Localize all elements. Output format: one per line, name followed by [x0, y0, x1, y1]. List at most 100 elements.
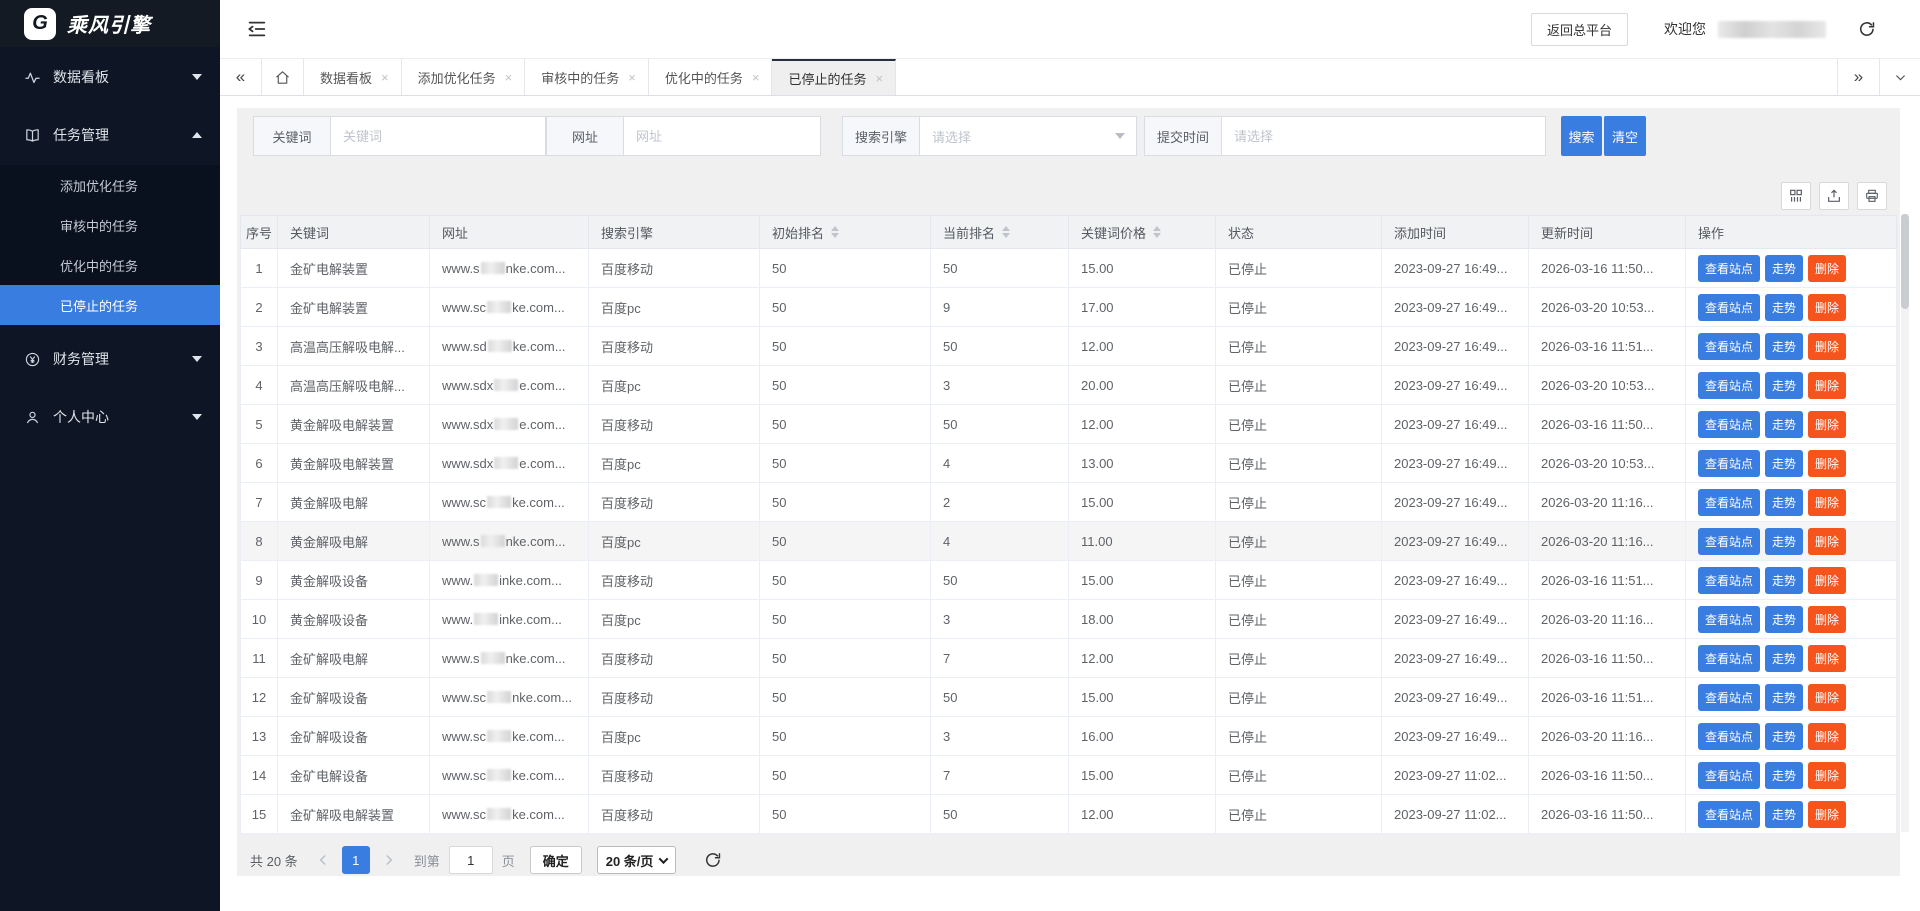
- trend-button[interactable]: 走势: [1765, 606, 1803, 633]
- back-to-platform-button[interactable]: 返回总平台: [1531, 13, 1628, 46]
- sidebar-item-profile[interactable]: 个人中心: [0, 393, 220, 441]
- view-site-button[interactable]: 查看站点: [1698, 801, 1760, 828]
- sort-icon[interactable]: [1153, 226, 1161, 238]
- trend-button[interactable]: 走势: [1765, 372, 1803, 399]
- trend-button[interactable]: 走势: [1765, 684, 1803, 711]
- view-site-button[interactable]: 查看站点: [1698, 567, 1760, 594]
- sidebar-item-stopped-tasks[interactable]: 已停止的任务: [0, 285, 220, 325]
- trend-button[interactable]: 走势: [1765, 567, 1803, 594]
- close-icon[interactable]: ×: [381, 71, 389, 84]
- menu-fold-icon[interactable]: [246, 18, 268, 40]
- delete-button[interactable]: 删除: [1808, 333, 1846, 360]
- sidebar-item-task-management[interactable]: 任务管理: [0, 111, 220, 159]
- tabs-scroll-left-icon[interactable]: «: [220, 59, 262, 95]
- trend-button[interactable]: 走势: [1765, 333, 1803, 360]
- url-input[interactable]: [623, 116, 821, 156]
- delete-button[interactable]: 删除: [1808, 567, 1846, 594]
- view-site-button[interactable]: 查看站点: [1698, 450, 1760, 477]
- cell-no: 3: [241, 327, 278, 366]
- delete-button[interactable]: 删除: [1808, 528, 1846, 555]
- sort-icon[interactable]: [1002, 226, 1010, 238]
- view-site-button[interactable]: 查看站点: [1698, 528, 1760, 555]
- sort-icon[interactable]: [831, 226, 839, 238]
- view-site-button[interactable]: 查看站点: [1698, 684, 1760, 711]
- search-button[interactable]: 搜索: [1561, 116, 1602, 156]
- delete-button[interactable]: 删除: [1808, 255, 1846, 282]
- cell-url: www.snke.com...: [430, 639, 589, 678]
- sidebar-item-finance[interactable]: 财务管理: [0, 335, 220, 383]
- keyword-input[interactable]: [330, 116, 546, 156]
- trend-button[interactable]: 走势: [1765, 723, 1803, 750]
- delete-button[interactable]: 删除: [1808, 411, 1846, 438]
- page-number-button[interactable]: 1: [342, 846, 370, 874]
- tab-review-tasks[interactable]: 审核中的任务 ×: [525, 59, 649, 95]
- tab-add-task[interactable]: 添加优化任务 ×: [402, 59, 526, 95]
- delete-button[interactable]: 删除: [1808, 723, 1846, 750]
- close-icon[interactable]: ×: [505, 71, 513, 84]
- sidebar-item-add-task[interactable]: 添加优化任务: [0, 165, 220, 205]
- print-button[interactable]: [1857, 182, 1887, 210]
- sidebar-item-optimizing-tasks[interactable]: 优化中的任务: [0, 245, 220, 285]
- cell-keyword: 高温高压解吸电解...: [278, 327, 430, 366]
- delete-button[interactable]: 删除: [1808, 645, 1846, 672]
- home-icon[interactable]: [262, 59, 304, 95]
- view-site-button[interactable]: 查看站点: [1698, 606, 1760, 633]
- trend-button[interactable]: 走势: [1765, 645, 1803, 672]
- tabs-scroll-right-icon[interactable]: »: [1837, 59, 1879, 95]
- submit-time-input[interactable]: [1221, 116, 1546, 156]
- clear-button[interactable]: 清空: [1604, 116, 1646, 156]
- tab-stopped-tasks[interactable]: 已停止的任务 ×: [772, 59, 896, 95]
- page-size-select[interactable]: 20 条/页: [597, 846, 677, 874]
- tab-dashboard[interactable]: 数据看板 ×: [304, 59, 402, 95]
- cell-keyword: 黄金解吸电解装置: [278, 405, 430, 444]
- view-site-button[interactable]: 查看站点: [1698, 372, 1760, 399]
- view-site-button[interactable]: 查看站点: [1698, 255, 1760, 282]
- delete-button[interactable]: 删除: [1808, 801, 1846, 828]
- refresh-icon[interactable]: [1858, 20, 1876, 38]
- trend-button[interactable]: 走势: [1765, 489, 1803, 516]
- view-site-button[interactable]: 查看站点: [1698, 411, 1760, 438]
- trend-button[interactable]: 走势: [1765, 801, 1803, 828]
- redacted-url-segment: [481, 262, 505, 274]
- delete-button[interactable]: 删除: [1808, 450, 1846, 477]
- view-site-button[interactable]: 查看站点: [1698, 723, 1760, 750]
- tab-optimizing-tasks[interactable]: 优化中的任务 ×: [649, 59, 773, 95]
- cell-url: www.scke.com...: [430, 483, 589, 522]
- view-site-button[interactable]: 查看站点: [1698, 645, 1760, 672]
- prev-page-icon[interactable]: [316, 853, 330, 867]
- cell-price: 15.00: [1069, 678, 1216, 717]
- view-site-button[interactable]: 查看站点: [1698, 333, 1760, 360]
- welcome-text: 欢迎您: [1664, 19, 1706, 39]
- trend-button[interactable]: 走势: [1765, 450, 1803, 477]
- trend-button[interactable]: 走势: [1765, 294, 1803, 321]
- close-icon[interactable]: ×: [752, 71, 760, 84]
- column-settings-button[interactable]: [1781, 182, 1811, 210]
- trend-button[interactable]: 走势: [1765, 411, 1803, 438]
- close-icon[interactable]: ×: [875, 72, 883, 85]
- delete-button[interactable]: 删除: [1808, 372, 1846, 399]
- table-scrollbar[interactable]: [1901, 214, 1909, 832]
- refresh-table-icon[interactable]: [704, 851, 722, 869]
- delete-button[interactable]: 删除: [1808, 489, 1846, 516]
- delete-button[interactable]: 删除: [1808, 606, 1846, 633]
- confirm-page-button[interactable]: 确定: [530, 846, 582, 874]
- export-button[interactable]: [1819, 182, 1849, 210]
- delete-button[interactable]: 删除: [1808, 294, 1846, 321]
- goto-page-input[interactable]: [449, 846, 493, 874]
- close-icon[interactable]: ×: [628, 71, 636, 84]
- tabs-menu-chevron-down-icon[interactable]: [1879, 59, 1920, 95]
- cell-current-rank: 3: [931, 600, 1069, 639]
- trend-button[interactable]: 走势: [1765, 528, 1803, 555]
- view-site-button[interactable]: 查看站点: [1698, 294, 1760, 321]
- delete-button[interactable]: 删除: [1808, 762, 1846, 789]
- delete-button[interactable]: 删除: [1808, 684, 1846, 711]
- scrollbar-thumb[interactable]: [1901, 214, 1909, 309]
- trend-button[interactable]: 走势: [1765, 762, 1803, 789]
- next-page-icon[interactable]: [382, 853, 396, 867]
- view-site-button[interactable]: 查看站点: [1698, 489, 1760, 516]
- engine-select[interactable]: 请选择: [919, 116, 1137, 156]
- trend-button[interactable]: 走势: [1765, 255, 1803, 282]
- view-site-button[interactable]: 查看站点: [1698, 762, 1760, 789]
- sidebar-item-dashboard[interactable]: 数据看板: [0, 53, 220, 101]
- sidebar-item-review-tasks[interactable]: 审核中的任务: [0, 205, 220, 245]
